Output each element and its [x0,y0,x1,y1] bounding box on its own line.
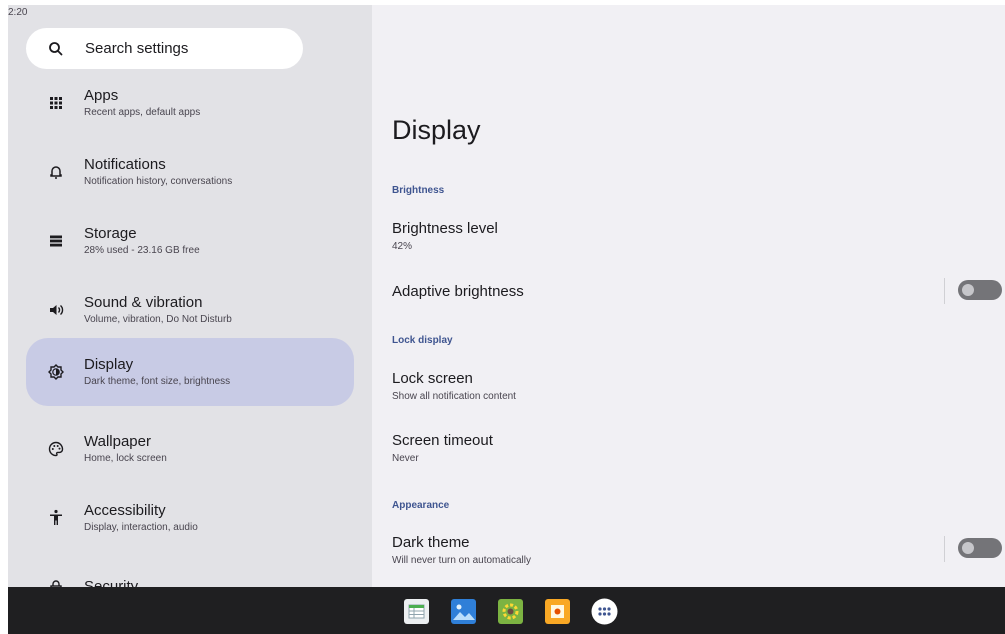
dark-theme-toggle[interactable] [958,538,1002,558]
search-icon [47,40,65,58]
pref-subtitle: Will never turn on automatically [392,555,531,566]
pref-title: Adaptive brightness [392,283,524,300]
bell-icon [46,162,66,182]
sidebar-item-title: Sound & vibration [84,294,203,311]
pref-subtitle: Never [392,453,419,464]
settings-app-icon[interactable] [497,598,524,625]
pref-lock-screen[interactable]: Lock screen Show all notification conten… [392,370,516,403]
sidebar-item-title: Security [84,578,139,587]
gallery-app-icon[interactable] [450,598,477,625]
lock-icon [46,577,66,587]
display-settings-pane: Display Brightness Brightness level 42% … [372,5,1005,587]
sidebar-item-subtitle: Volume, vibration, Do Not Disturb [84,314,232,325]
sidebar-item-sound-vibration[interactable]: Sound & vibration Volume, vibration, Do … [26,276,354,344]
pref-adaptive-brightness[interactable]: Adaptive brightness [392,283,524,301]
apps-grid-icon [46,93,66,113]
speaker-icon [46,300,66,320]
sidebar-item-subtitle: 28% used - 23.16 GB free [84,245,200,256]
pref-title: Lock screen [392,370,473,387]
page-title: Display [392,115,481,145]
sidebar-item-subtitle: Display, interaction, audio [84,522,198,533]
section-header-lock-display: Lock display [392,335,453,346]
sidebar-item-apps[interactable]: Apps Recent apps, default apps [26,69,354,137]
adaptive-brightness-toggle[interactable] [958,280,1002,300]
sidebar-item-title: Wallpaper [84,433,151,450]
sidebar-item-title: Storage [84,225,137,242]
toggle-thumb [962,284,974,296]
sidebar-item-display[interactable]: Display Dark theme, font size, brightnes… [26,338,354,406]
storage-icon [46,231,66,251]
brightness-icon [46,362,66,382]
pref-title: Brightness level [392,220,498,237]
sidebar-item-storage[interactable]: Storage 28% used - 23.16 GB free [26,207,354,275]
toggle-divider [944,278,945,304]
all-apps-icon[interactable] [591,598,618,625]
sidebar-item-subtitle: Notification history, conversations [84,176,233,187]
sidebar-item-wallpaper[interactable]: Wallpaper Home, lock screen [26,415,354,483]
sidebar-item-title: Notifications [84,156,166,173]
settings-sidebar: Search settings Apps Recent apps, defaul… [8,5,372,587]
toggle-thumb [962,542,974,554]
pref-title: Screen timeout [392,432,493,449]
pref-brightness-level[interactable]: Brightness level 42% [392,220,498,253]
sidebar-item-accessibility[interactable]: Accessibility Display, interaction, audi… [26,484,354,552]
accessibility-icon [46,508,66,528]
pref-screen-timeout[interactable]: Screen timeout Never [392,432,493,465]
pref-subtitle: Show all notification content [392,391,516,402]
pref-subtitle: 42% [392,241,413,252]
sidebar-item-title: Display [84,356,134,373]
search-settings-label: Search settings [85,40,189,57]
sidebar-item-title: Accessibility [84,502,166,519]
sheets-app-icon[interactable] [403,598,430,625]
pref-title: Dark theme [392,534,470,551]
palette-icon [46,439,66,459]
taskbar [8,587,1005,634]
sidebar-item-subtitle: Home, lock screen [84,453,167,464]
status-bar-time: 2:20 [8,7,28,18]
toggle-divider [944,536,945,562]
section-header-appearance: Appearance [392,500,450,511]
camera-app-icon[interactable] [544,598,571,625]
section-header-brightness: Brightness [392,185,445,196]
sidebar-item-notifications[interactable]: Notifications Notification history, conv… [26,138,354,206]
sidebar-item-security[interactable]: Security [26,553,354,587]
sidebar-item-subtitle: Recent apps, default apps [84,107,201,118]
sidebar-item-title: Apps [84,87,119,104]
pref-dark-theme[interactable]: Dark theme Will never turn on automatica… [392,534,531,567]
sidebar-item-subtitle: Dark theme, font size, brightness [84,376,231,387]
search-settings-bar[interactable]: Search settings [26,28,303,69]
